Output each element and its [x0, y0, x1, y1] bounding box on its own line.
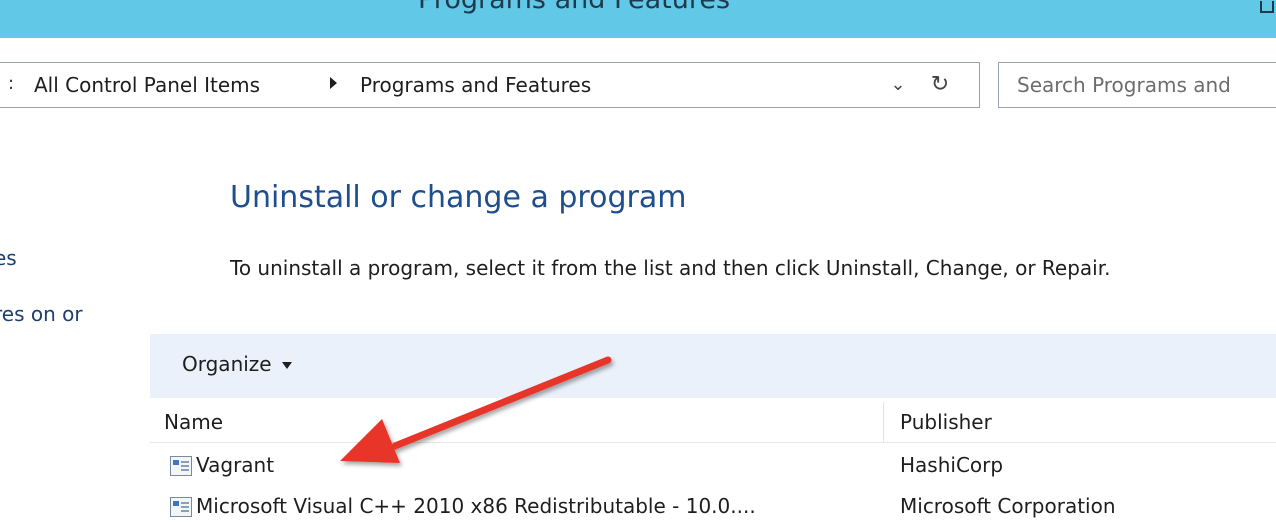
refresh-icon[interactable]: ↻	[926, 71, 954, 99]
breadcrumb-all-control-panel-items[interactable]: All Control Panel Items	[34, 73, 260, 97]
programs-and-features-window: Programs and Features : All Control Pane…	[0, 0, 1276, 523]
column-header-publisher[interactable]: Publisher	[884, 402, 1276, 442]
maximize-icon	[1260, 1, 1274, 13]
program-name: Microsoft Visual C++ 2010 x86 Redistribu…	[196, 494, 756, 518]
program-publisher: Microsoft Corporation	[900, 494, 1116, 518]
program-icon	[170, 456, 192, 476]
program-icon	[170, 497, 192, 517]
organize-label: Organize	[182, 352, 272, 376]
header-divider	[150, 442, 1276, 443]
program-publisher: HashiCorp	[900, 453, 1004, 477]
breadcrumb-programs-and-features[interactable]: Programs and Features	[360, 73, 591, 97]
breadcrumb-overflow[interactable]: :	[8, 73, 14, 94]
breadcrumb-separator-icon[interactable]	[330, 77, 337, 89]
page-title: Uninstall or change a program	[230, 180, 687, 215]
left-pane-link-turn-windows-features[interactable]: res on or	[0, 302, 83, 326]
search-box[interactable]	[998, 62, 1276, 108]
table-row[interactable]: Microsoft Visual C++ 2010 x86 Redistribu…	[150, 490, 1276, 523]
maximize-button[interactable]	[1246, 0, 1276, 38]
address-bar[interactable]: : All Control Panel Items Programs and F…	[0, 62, 980, 108]
program-name: Vagrant	[196, 453, 275, 477]
title-bar: Programs and Features	[0, 0, 1276, 38]
organize-button[interactable]: Organize	[182, 352, 292, 376]
table-row[interactable]: Vagrant HashiCorp	[150, 449, 1276, 485]
toolbar: Organize	[150, 334, 1276, 398]
column-header-name[interactable]: Name	[150, 402, 884, 442]
window-title: Programs and Features	[418, 0, 730, 15]
chevron-down-icon[interactable]: ⌄	[884, 71, 912, 99]
search-input[interactable]	[1017, 72, 1276, 98]
caret-down-icon	[281, 362, 292, 369]
instructions-text: To uninstall a program, select it from t…	[230, 256, 1111, 280]
left-pane-link-view-installed-updates[interactable]: es	[0, 246, 17, 270]
